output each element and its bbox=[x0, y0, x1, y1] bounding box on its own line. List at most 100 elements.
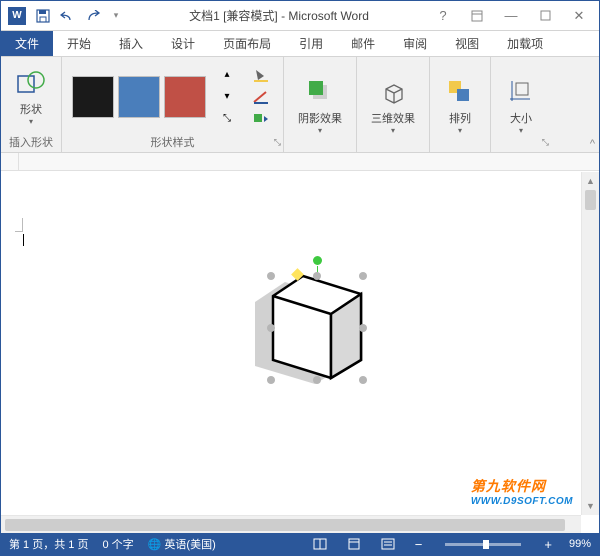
tab-file[interactable]: 文件 bbox=[1, 31, 53, 56]
scroll-up-arrow[interactable]: ▲ bbox=[582, 172, 599, 190]
group-label-styles: 形状样式 bbox=[70, 132, 275, 150]
maximize-button[interactable] bbox=[533, 5, 557, 27]
shadow-icon bbox=[304, 76, 336, 108]
shape-fill-button[interactable] bbox=[248, 65, 274, 85]
selection-handle-e[interactable] bbox=[359, 324, 367, 332]
quick-access-toolbar: W ▾ bbox=[1, 4, 127, 28]
chevron-down-icon: ▾ bbox=[29, 117, 33, 126]
tab-insert[interactable]: 插入 bbox=[105, 31, 157, 56]
status-page[interactable]: 第 1 页，共 1 页 bbox=[9, 536, 88, 552]
horizontal-scrollbar[interactable] bbox=[1, 515, 581, 533]
tab-addins[interactable]: 加载项 bbox=[493, 31, 557, 56]
horizontal-scroll-thumb[interactable] bbox=[5, 519, 565, 531]
scroll-down-arrow[interactable]: ▼ bbox=[582, 497, 599, 515]
window-title: 文档1 [兼容模式] - Microsoft Word bbox=[127, 7, 431, 24]
chevron-down-icon: ▾ bbox=[519, 126, 523, 135]
text-cursor bbox=[23, 234, 24, 246]
zoom-slider[interactable] bbox=[445, 543, 521, 546]
group-size: 大小 ▾ ⤡ bbox=[491, 57, 551, 152]
threed-effects-button[interactable]: 三维效果 ▾ bbox=[365, 72, 421, 140]
group-3d: 三维效果 ▾ bbox=[357, 57, 430, 152]
window-controls: ? — ✕ bbox=[431, 5, 599, 27]
group-label-shapes: 插入形状 bbox=[9, 132, 53, 150]
view-read-mode[interactable] bbox=[310, 536, 330, 552]
vertical-scrollbar[interactable]: ▲ ▼ bbox=[581, 172, 599, 515]
undo-button[interactable] bbox=[57, 4, 81, 28]
ribbon-display-button[interactable] bbox=[465, 5, 489, 27]
tab-home[interactable]: 开始 bbox=[53, 31, 105, 56]
group-insert-shapes: 形状 ▾ 插入形状 bbox=[1, 57, 62, 152]
selection-handle-se[interactable] bbox=[359, 376, 367, 384]
selection-handle-ne[interactable] bbox=[359, 272, 367, 280]
zoom-level[interactable]: 99% bbox=[569, 538, 591, 550]
zoom-in-button[interactable]: + bbox=[541, 537, 555, 552]
tab-layout[interactable]: 页面布局 bbox=[209, 31, 285, 56]
ribbon-tabs: 文件 开始 插入 设计 页面布局 引用 邮件 审阅 视图 加载项 bbox=[1, 31, 599, 57]
selection-handle-nw[interactable] bbox=[267, 272, 275, 280]
status-word-count[interactable]: 0 个字 bbox=[102, 536, 133, 552]
redo-button[interactable] bbox=[83, 4, 107, 28]
arrange-label: 排列 bbox=[449, 110, 471, 126]
tab-design[interactable]: 设计 bbox=[157, 31, 209, 56]
style-swatch-2[interactable] bbox=[118, 76, 160, 118]
close-button[interactable]: ✕ bbox=[567, 5, 591, 27]
size-icon bbox=[505, 76, 537, 108]
arrange-icon bbox=[444, 76, 476, 108]
style-swatch-1[interactable] bbox=[72, 76, 114, 118]
status-language-label: 英语(美国) bbox=[164, 539, 215, 551]
qat-customize[interactable]: ▾ bbox=[109, 4, 123, 28]
rotation-handle[interactable] bbox=[313, 256, 322, 265]
selected-cube-shape[interactable] bbox=[237, 260, 367, 390]
shape-outline-button[interactable] bbox=[248, 87, 274, 107]
document-canvas[interactable]: 第九软件网 WWW.D9SOFT.COM ▲ ▼ bbox=[1, 172, 599, 533]
style-row-down[interactable]: ▾ bbox=[214, 87, 240, 107]
style-swatch-3[interactable] bbox=[164, 76, 206, 118]
style-more[interactable]: ⤡ bbox=[214, 109, 240, 129]
dialog-launcher-size[interactable]: ⤡ bbox=[542, 137, 549, 148]
zoom-out-button[interactable]: − bbox=[412, 537, 426, 552]
dialog-launcher-styles[interactable]: ⤡ bbox=[274, 137, 281, 148]
collapse-ribbon-button[interactable]: ^ bbox=[590, 138, 595, 150]
selection-handle-sw[interactable] bbox=[267, 376, 275, 384]
view-print-layout[interactable] bbox=[344, 536, 364, 552]
status-bar: 第 1 页，共 1 页 0 个字 🌐 英语(美国) − + 99% bbox=[1, 533, 599, 555]
selection-handle-s[interactable] bbox=[313, 376, 321, 384]
status-language[interactable]: 🌐 英语(美国) bbox=[148, 536, 216, 552]
shapes-label: 形状 bbox=[20, 101, 42, 117]
app-icon[interactable]: W bbox=[5, 4, 29, 28]
cube-3d-icon bbox=[377, 76, 409, 108]
shadow-label: 阴影效果 bbox=[298, 110, 342, 126]
tab-mailings[interactable]: 邮件 bbox=[337, 31, 389, 56]
view-web-layout[interactable] bbox=[378, 536, 398, 552]
shapes-gallery-button[interactable]: 形状 ▾ bbox=[9, 63, 53, 131]
chevron-down-icon: ▾ bbox=[391, 126, 395, 135]
horizontal-ruler[interactable] bbox=[1, 153, 599, 171]
tab-review[interactable]: 审阅 bbox=[389, 31, 441, 56]
zoom-slider-thumb[interactable] bbox=[483, 540, 489, 549]
vertical-scroll-thumb[interactable] bbox=[585, 190, 596, 210]
help-button[interactable]: ? bbox=[431, 5, 455, 27]
ribbon: 形状 ▾ 插入形状 ▴ ▾ ⤡ 形状样式 ⤡ bbox=[1, 57, 599, 153]
ruler-corner bbox=[1, 153, 19, 170]
group-shadow: 阴影效果 ▾ bbox=[284, 57, 357, 152]
title-bar: W ▾ 文档1 [兼容模式] - Microsoft Word ? — ✕ bbox=[1, 1, 599, 31]
tab-view[interactable]: 视图 bbox=[441, 31, 493, 56]
threed-label: 三维效果 bbox=[371, 110, 415, 126]
chevron-down-icon: ▾ bbox=[458, 126, 462, 135]
arrange-button[interactable]: 排列 ▾ bbox=[438, 72, 482, 140]
change-shape-button[interactable] bbox=[248, 109, 274, 129]
style-row-up[interactable]: ▴ bbox=[214, 65, 240, 85]
size-button[interactable]: 大小 ▾ bbox=[499, 72, 543, 140]
group-arrange: 排列 ▾ bbox=[430, 57, 491, 152]
watermark-title: 第九软件网 bbox=[471, 476, 573, 496]
tab-references[interactable]: 引用 bbox=[285, 31, 337, 56]
minimize-button[interactable]: — bbox=[499, 5, 523, 27]
size-label: 大小 bbox=[510, 110, 532, 126]
shadow-effects-button[interactable]: 阴影效果 ▾ bbox=[292, 72, 348, 140]
watermark: 第九软件网 WWW.D9SOFT.COM bbox=[471, 476, 573, 507]
shapes-icon bbox=[15, 67, 47, 99]
selection-handle-n[interactable] bbox=[313, 272, 321, 280]
selection-handle-w[interactable] bbox=[267, 324, 275, 332]
save-button[interactable] bbox=[31, 4, 55, 28]
chevron-down-icon: ▾ bbox=[318, 126, 322, 135]
